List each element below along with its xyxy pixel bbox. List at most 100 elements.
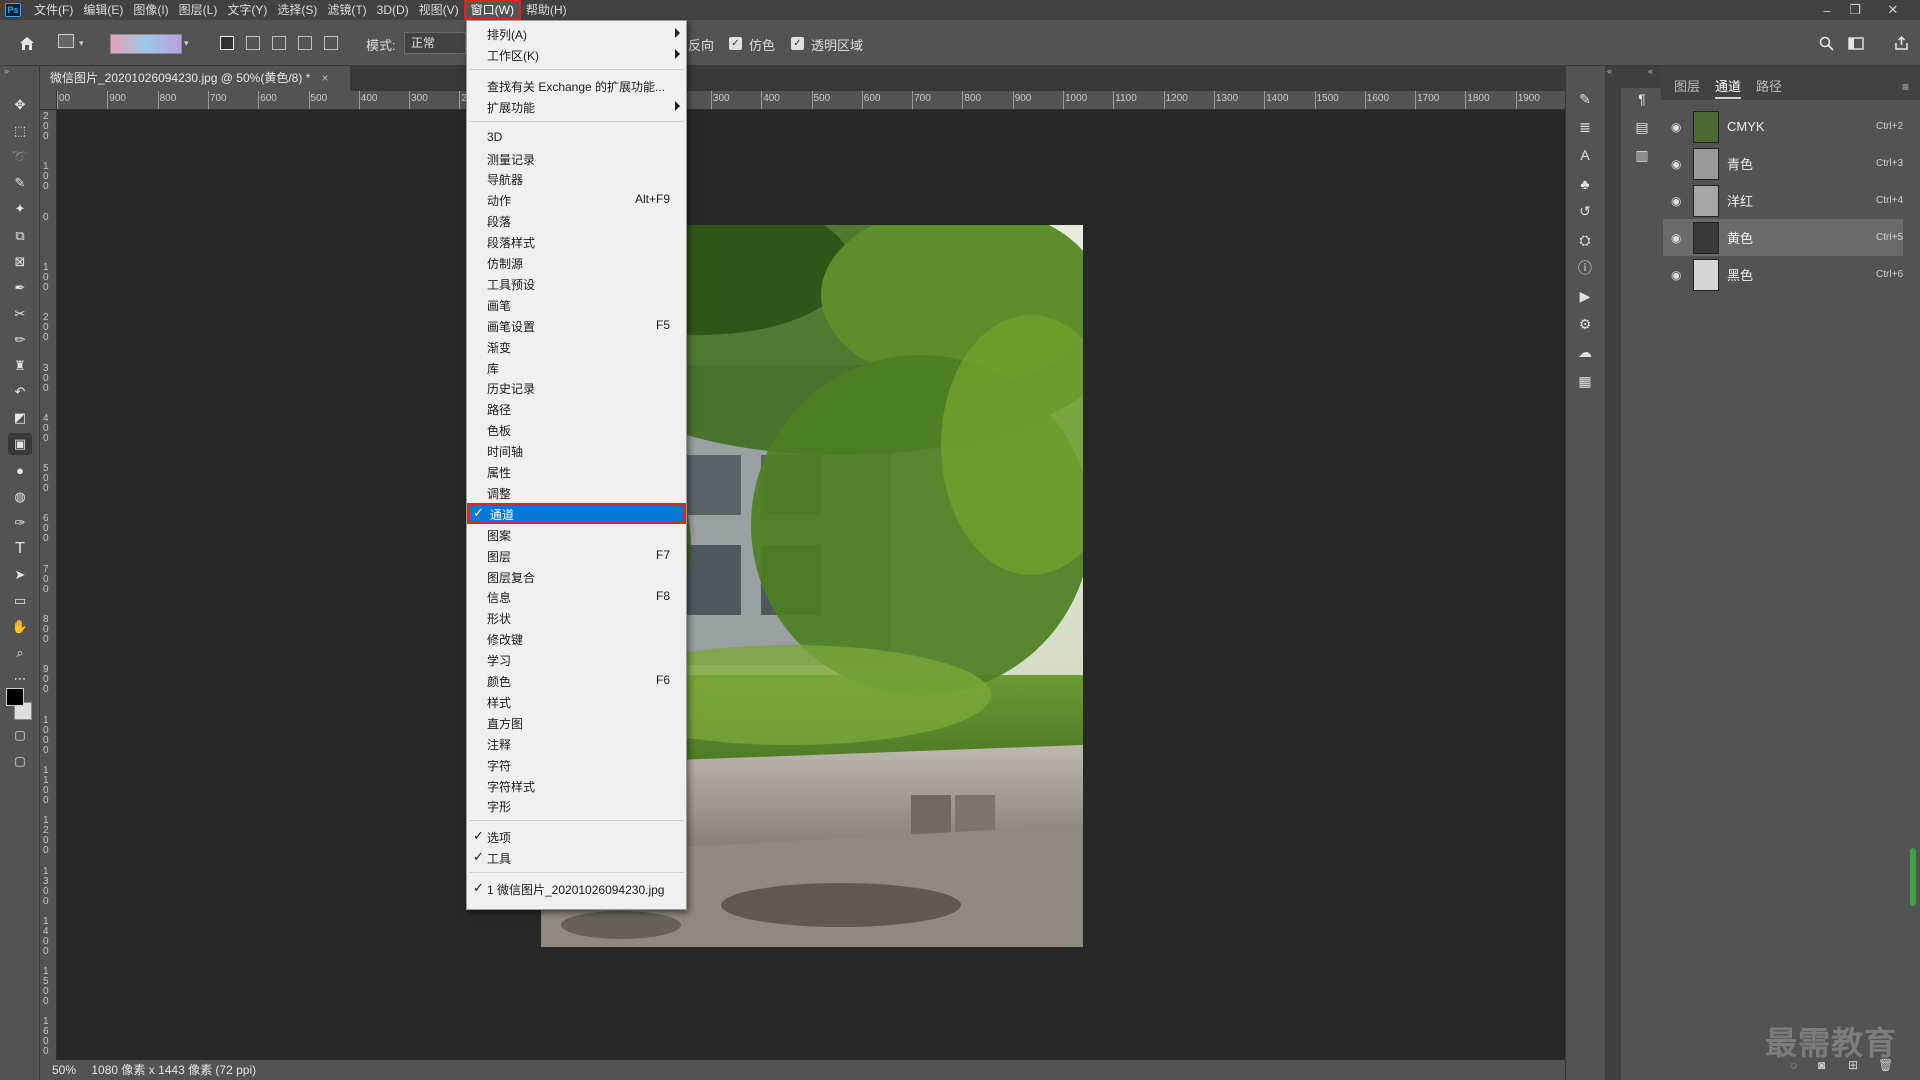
window-menu-item[interactable]: 字符样式 — [467, 775, 686, 796]
hand-tool-icon[interactable]: ✋ — [8, 616, 32, 638]
history-icon[interactable]: ↺ — [1573, 201, 1597, 223]
chevron-down-icon[interactable]: ▾ — [79, 38, 84, 49]
menu-item[interactable]: 图层(L) — [174, 0, 223, 20]
minimize-icon[interactable]: ‒ — [1813, 0, 1841, 20]
restore-icon[interactable]: ❐ — [1841, 0, 1869, 20]
pen-tool-icon[interactable]: ✑ — [8, 512, 32, 534]
channel-row[interactable]: ◉ 黑色 Ctrl+6 — [1663, 256, 1903, 293]
menu-item[interactable]: 窗口(W) — [463, 0, 521, 20]
window-menu-item[interactable]: 段落 — [467, 210, 686, 231]
notes-icon[interactable]: ▥ — [1630, 144, 1654, 166]
info-icon[interactable]: ⓘ — [1573, 257, 1597, 279]
window-menu-item[interactable]: 扩展功能 — [467, 96, 686, 117]
menu-item[interactable]: 图像(I) — [128, 0, 173, 20]
eraser-tool-icon[interactable]: ◩ — [8, 407, 32, 429]
tab-layers[interactable]: 图层 — [1674, 76, 1700, 95]
path-selection-tool-icon[interactable]: ➤ — [8, 564, 32, 586]
share-icon[interactable] — [1890, 32, 1912, 54]
navigator-icon[interactable]: ⛭ — [1573, 229, 1597, 251]
collapse-toolbar-icon[interactable]: » — [4, 66, 9, 76]
dither-checkbox[interactable]: ✓ — [729, 37, 742, 50]
window-menu-item[interactable]: 图层复合 — [467, 566, 686, 587]
actions-play-icon[interactable]: ▶ — [1573, 285, 1597, 307]
home-icon[interactable] — [16, 32, 38, 54]
window-menu-item[interactable]: 段落样式 — [467, 231, 686, 252]
window-menu-item[interactable]: ✓ 通道 — [467, 502, 686, 524]
window-menu-item[interactable]: 渐变 — [467, 336, 686, 357]
visibility-eye-icon[interactable]: ◉ — [1671, 120, 1689, 134]
window-menu-item[interactable]: ✓ 选项 — [467, 826, 686, 847]
search-icon[interactable] — [1815, 32, 1837, 54]
channel-row[interactable]: ◉ 洋红 Ctrl+4 — [1663, 182, 1903, 219]
menu-item[interactable]: 滤镜(T) — [322, 0, 371, 20]
brush-tool-icon[interactable]: ✏ — [8, 329, 32, 351]
zoom-level[interactable]: 50% — [52, 1063, 76, 1077]
type-tool-icon[interactable]: T — [8, 538, 32, 560]
visibility-eye-icon[interactable]: ◉ — [1671, 157, 1689, 171]
eyedropper-tool-icon[interactable]: ✒ — [8, 277, 32, 299]
window-menu-item[interactable]: 工作区(K) — [467, 44, 686, 65]
rectangle-tool-icon[interactable]: ▭ — [8, 590, 32, 612]
menu-item[interactable]: 选择(S) — [272, 0, 322, 20]
window-menu-item[interactable]: 图案 — [467, 524, 686, 545]
window-menu-item[interactable]: 动作 Alt+F9 — [467, 189, 686, 210]
swatches-grid-icon[interactable]: ▦ — [1573, 370, 1597, 392]
angle-gradient-icon[interactable] — [272, 36, 286, 50]
window-menu-item[interactable]: 颜色 F6 — [467, 670, 686, 691]
ruler-origin[interactable] — [40, 91, 57, 110]
window-menu-item[interactable]: 学习 — [467, 649, 686, 670]
move-tool-icon[interactable]: ✥ — [8, 94, 32, 116]
window-menu-item[interactable]: 信息 F8 — [467, 586, 686, 607]
panel-scrollbar[interactable] — [1910, 848, 1916, 906]
tool-preset-picker-icon[interactable] — [58, 34, 74, 48]
close-icon[interactable]: ✕ — [1879, 0, 1907, 20]
window-menu-item[interactable]: 排列(A) — [467, 23, 686, 44]
collapse-dock-icon[interactable]: « — [1607, 66, 1612, 76]
document-tab[interactable]: 微信图片_20201026094230.jpg @ 50%(黄色/8) * × — [40, 66, 350, 91]
more-tools-icon[interactable]: ⋯ — [8, 668, 32, 690]
window-menu-item[interactable]: 路径 — [467, 398, 686, 419]
gradient-dropdown-chevron-icon[interactable]: ▾ — [184, 38, 189, 49]
window-menu-item[interactable]: 形状 — [467, 607, 686, 628]
diamond-gradient-icon[interactable] — [324, 36, 338, 50]
history-brush-tool-icon[interactable]: ↶ — [8, 381, 32, 403]
collapse-panel-icon[interactable]: « — [1648, 66, 1653, 76]
clone-stamp-tool-icon[interactable]: ♜ — [8, 355, 32, 377]
window-menu-item[interactable]: ✓ 1 微信图片_20201026094230.jpg — [467, 878, 686, 899]
window-menu-item[interactable]: 工具预设 — [467, 273, 686, 294]
channel-row[interactable]: ◉ 黄色 Ctrl+5 — [1663, 219, 1903, 256]
visibility-eye-icon[interactable]: ◉ — [1671, 231, 1689, 245]
dodge-tool-icon[interactable]: ◍ — [8, 486, 32, 508]
window-menu-item[interactable]: 字形 — [467, 795, 686, 816]
window-menu-item[interactable]: 样式 — [467, 691, 686, 712]
magic-wand-tool-icon[interactable]: ✦ — [8, 198, 32, 220]
radial-gradient-icon[interactable] — [246, 36, 260, 50]
window-menu-item[interactable]: 字符 — [467, 754, 686, 775]
window-menu-item[interactable]: 画笔设置 F5 — [467, 315, 686, 336]
window-menu-item[interactable]: 仿制源 — [467, 252, 686, 273]
visibility-eye-icon[interactable]: ◉ — [1671, 194, 1689, 208]
gradient-picker[interactable] — [110, 34, 182, 54]
window-menu-item[interactable]: ✓ 工具 — [467, 847, 686, 868]
clone-source-icon[interactable]: ♣ — [1573, 173, 1597, 195]
window-menu-item[interactable]: 历史记录 — [467, 377, 686, 398]
foreground-color-swatch[interactable] — [6, 688, 24, 706]
tab-paths[interactable]: 路径 — [1756, 76, 1782, 95]
window-menu-item[interactable]: 库 — [467, 357, 686, 378]
zoom-tool-icon[interactable]: ⌕ — [8, 642, 32, 664]
window-menu-item[interactable]: 查找有关 Exchange 的扩展功能... — [467, 75, 686, 96]
paragraph-icon[interactable]: ¶ — [1630, 88, 1654, 110]
reflected-gradient-icon[interactable] — [298, 36, 312, 50]
window-menu-item[interactable]: 时间轴 — [467, 440, 686, 461]
menu-item[interactable]: 视图(V) — [414, 0, 464, 20]
window-menu-item[interactable]: 画笔 — [467, 294, 686, 315]
window-menu-item[interactable]: 注释 — [467, 733, 686, 754]
frame-tool-icon[interactable]: ⊠ — [8, 251, 32, 273]
window-menu-item[interactable]: 测量记录 — [467, 148, 686, 169]
blur-tool-icon[interactable]: ● — [8, 459, 32, 481]
properties-icon[interactable]: ⚙ — [1573, 314, 1597, 336]
glyph-panel-icon[interactable]: ▤ — [1630, 116, 1654, 138]
visibility-eye-icon[interactable]: ◉ — [1671, 268, 1689, 282]
menu-item[interactable]: 文字(Y) — [222, 0, 272, 20]
marquee-tool-icon[interactable]: ⬚ — [8, 120, 32, 142]
